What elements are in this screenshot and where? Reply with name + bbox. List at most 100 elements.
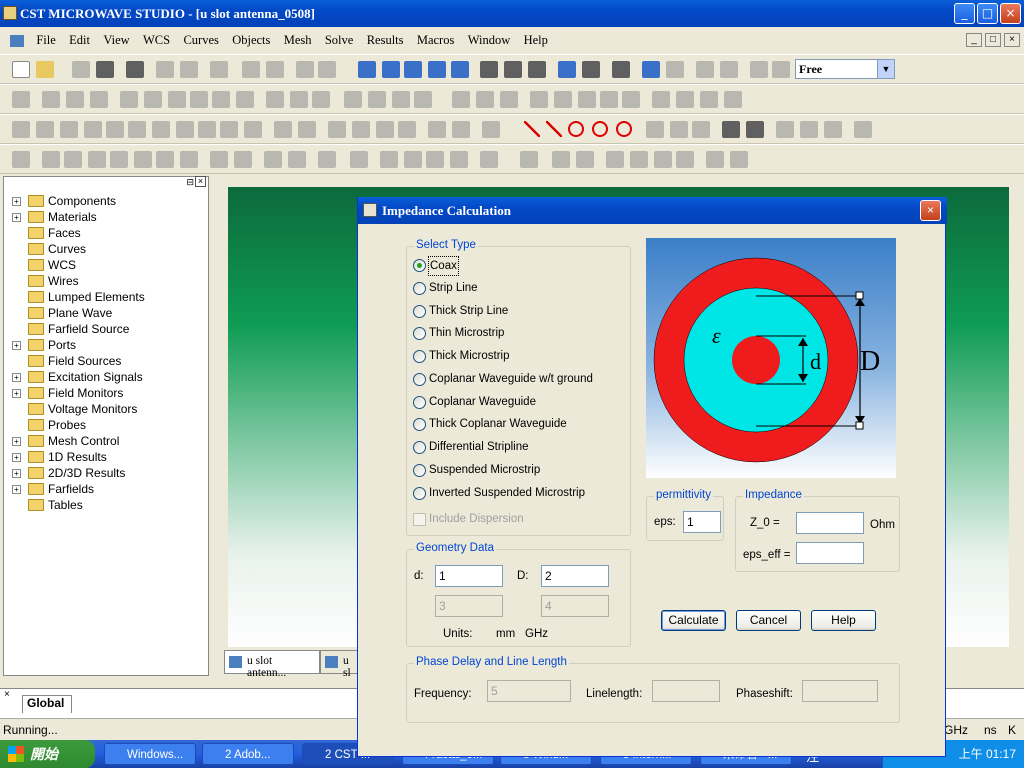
toolbar2-icon-28[interactable]	[700, 91, 718, 108]
chevron-down-icon[interactable]: ▼	[877, 60, 894, 78]
expand-icon[interactable]: +	[12, 341, 21, 350]
toolbar4-icon-21[interactable]	[552, 151, 570, 168]
warning-icon[interactable]	[296, 61, 314, 78]
expand-icon[interactable]: +	[12, 213, 21, 222]
radio-circle[interactable]	[413, 418, 426, 431]
toolbar2-icon-6[interactable]	[144, 91, 162, 108]
toolbar4-icon-14[interactable]	[350, 151, 368, 168]
toolbar4-icon-16[interactable]	[404, 151, 422, 168]
toolbar4-icon-5[interactable]	[110, 151, 128, 168]
elliptic-cylinder-icon[interactable]	[84, 121, 102, 138]
toolbar4-icon-3[interactable]	[64, 151, 82, 168]
save-icon[interactable]	[72, 61, 90, 78]
toolbar2-icon-5[interactable]	[120, 91, 138, 108]
toolbar2-icon-12[interactable]	[290, 91, 308, 108]
boolean-intersect-icon[interactable]	[376, 121, 394, 138]
working-plane-icon[interactable]	[750, 61, 768, 78]
shell-icon[interactable]	[274, 121, 292, 138]
eps-eff-output[interactable]	[796, 542, 864, 564]
radio-circle[interactable]	[413, 305, 426, 318]
tab-global[interactable]: Global	[22, 695, 72, 713]
linelength-input[interactable]	[652, 680, 720, 702]
mdi-minimize-button[interactable]: _	[966, 33, 982, 47]
menu-edit[interactable]: Edit	[64, 28, 95, 52]
param3-input[interactable]: 3	[435, 595, 503, 617]
local-wcs-icon[interactable]	[772, 61, 790, 78]
toolbar4-icon-27[interactable]	[706, 151, 724, 168]
toolbar4-icon-18[interactable]	[450, 151, 468, 168]
phaseshift-input[interactable]	[802, 680, 878, 702]
menu-mesh[interactable]: Mesh	[279, 28, 317, 52]
toolbar2-icon-20[interactable]	[500, 91, 518, 108]
toolbar2-icon-18[interactable]	[452, 91, 470, 108]
toolbar4-icon-19[interactable]	[480, 151, 498, 168]
toolbar4-icon-2[interactable]	[42, 151, 60, 168]
toolbar2-icon-19[interactable]	[476, 91, 494, 108]
toolbar4-icon-26[interactable]	[676, 151, 694, 168]
menu-file[interactable]: File	[31, 28, 60, 52]
expand-icon[interactable]: +	[12, 389, 21, 398]
toolbar2-icon-16[interactable]	[392, 91, 410, 108]
task-adobe[interactable]: 2 Adob...	[202, 743, 294, 765]
axes-icon[interactable]	[558, 61, 576, 78]
arc-icon[interactable]	[616, 121, 632, 137]
D-input[interactable]: 2	[541, 565, 609, 587]
toolbar2-icon-24[interactable]	[600, 91, 618, 108]
pin-icon[interactable]: ⊟	[186, 177, 194, 188]
start-button[interactable]: 開始	[0, 740, 95, 768]
tree-close-icon[interactable]: ×	[195, 176, 206, 187]
close-icon[interactable]: ×	[4, 689, 16, 701]
dynamic-zoom-icon[interactable]	[428, 61, 446, 78]
circle-center-icon[interactable]	[592, 121, 608, 137]
dialog-close-button[interactable]: ×	[920, 200, 941, 221]
boolean-subtract-icon[interactable]	[352, 121, 370, 138]
minimize-button[interactable]: _	[954, 3, 975, 24]
menu-help[interactable]: Help	[519, 28, 553, 52]
param4-input[interactable]: 4	[541, 595, 609, 617]
toolbar4-icon-11[interactable]	[264, 151, 282, 168]
chamfer-icon[interactable]	[244, 121, 262, 138]
toolbar4-icon-28[interactable]	[730, 151, 748, 168]
expand-icon[interactable]: +	[12, 469, 21, 478]
toolbar3-icon-5[interactable]	[854, 121, 872, 138]
z0-output[interactable]	[796, 512, 864, 534]
history-icon[interactable]	[210, 61, 228, 78]
extrude-icon[interactable]	[152, 121, 170, 138]
radio-circle[interactable]	[413, 396, 426, 409]
bounding-icon[interactable]	[720, 61, 738, 78]
toolbar4-icon-25[interactable]	[654, 151, 672, 168]
zoom-icon[interactable]	[480, 61, 498, 78]
toolbar4-icon-1[interactable]	[12, 151, 30, 168]
clock[interactable]: 上午 01:17	[959, 747, 1016, 761]
toolbar2-icon-23[interactable]	[578, 91, 596, 108]
menu-curves[interactable]: Curves	[178, 28, 223, 52]
toolbar2-icon-15[interactable]	[368, 91, 386, 108]
zoom-box-icon[interactable]	[451, 61, 469, 78]
toolbar3-icon-1[interactable]	[12, 121, 30, 138]
zoom-fit-icon[interactable]	[504, 61, 522, 78]
toolbar2-icon-13[interactable]	[312, 91, 330, 108]
pick-icon[interactable]	[266, 61, 284, 78]
close-button[interactable]: ×	[1000, 3, 1021, 24]
menu-window[interactable]: Window	[463, 28, 516, 52]
mdi-close-button[interactable]: ×	[1004, 33, 1020, 47]
pan-icon[interactable]	[404, 61, 422, 78]
help-button[interactable]: Help	[811, 610, 876, 631]
open-folder-icon[interactable]	[36, 61, 54, 78]
toolbar4-icon-20[interactable]	[520, 151, 538, 168]
new-file-icon[interactable]	[12, 61, 30, 78]
toolbar2-icon-9[interactable]	[212, 91, 230, 108]
look-icon[interactable]	[528, 61, 546, 78]
mode-select[interactable]: Free ▼	[795, 59, 895, 79]
sphere-icon[interactable]	[36, 121, 54, 138]
mirror-icon[interactable]	[482, 121, 500, 138]
toolbar2-icon-14[interactable]	[344, 91, 362, 108]
toolbar2-icon-17[interactable]	[414, 91, 432, 108]
radio-circle[interactable]	[413, 441, 426, 454]
circle-icon[interactable]	[568, 121, 584, 137]
blend-icon[interactable]	[220, 121, 238, 138]
menu-objects[interactable]: Objects	[227, 28, 275, 52]
menu-solve[interactable]: Solve	[320, 28, 358, 52]
toolbar4-icon-7[interactable]	[156, 151, 174, 168]
toolbar2-icon-2[interactable]	[42, 91, 60, 108]
